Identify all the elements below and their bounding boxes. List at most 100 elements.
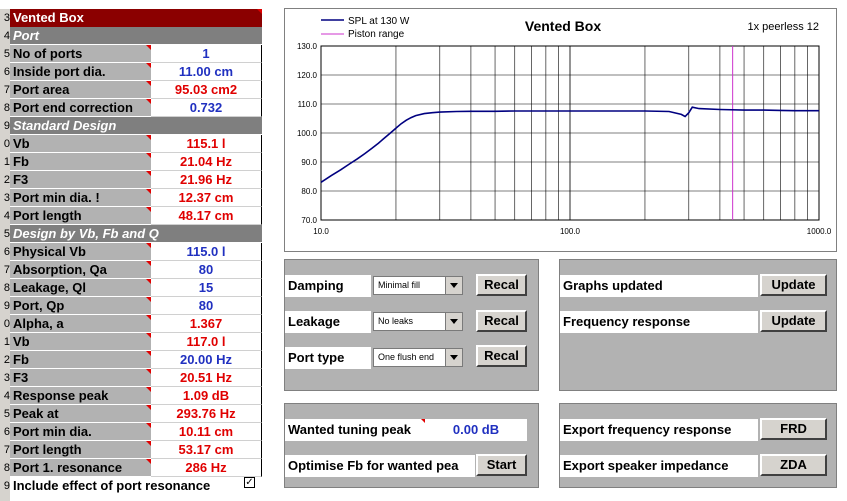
- param-value[interactable]: 20.00 Hz: [151, 351, 262, 369]
- param-label: Port, Qp: [10, 297, 151, 315]
- design-section-header: Design by Vb, Fb and Q: [10, 225, 262, 243]
- port-type-select[interactable]: One flush end: [373, 348, 463, 367]
- port-type-recal-button[interactable]: Recal: [476, 345, 527, 367]
- param-value: 1.09 dB: [151, 387, 262, 405]
- wanted-tuning-label: Wanted tuning peak: [285, 419, 425, 441]
- param-value: 117.0 l: [151, 333, 262, 351]
- param-value: 115.1 l: [151, 135, 262, 153]
- x-tick-label: 1000.0: [807, 227, 832, 236]
- param-value[interactable]: 1: [151, 45, 262, 63]
- param-label: Port length: [10, 441, 151, 459]
- x-tick-label: 100.0: [560, 227, 581, 236]
- param-value: 48.17 cm: [151, 207, 262, 225]
- param-label: Vb: [10, 333, 151, 351]
- chart-area: 70.0 80.0 90.0 100.0 110.0 120.0 130.0 10.0 100.…: [284, 8, 837, 252]
- param-value[interactable]: 11.00 cm: [151, 63, 262, 81]
- chevron-down-icon[interactable]: [445, 277, 462, 294]
- optimise-label: Optimise Fb for wanted pea: [285, 455, 475, 477]
- param-label: Peak at: [10, 405, 151, 423]
- leakage-recal-button[interactable]: Recal: [476, 310, 527, 332]
- param-value: 12.37 cm: [151, 189, 262, 207]
- comment-marker: [257, 9, 262, 14]
- row-number: 7: [3, 84, 10, 96]
- row-number: 6: [3, 426, 10, 438]
- export-zda-button[interactable]: ZDA: [760, 454, 827, 476]
- damping-select-value: Minimal fill: [378, 280, 421, 290]
- y-tick-label: 120.0: [297, 71, 318, 80]
- param-label: Inside port dia.: [10, 63, 151, 81]
- param-label: Physical Vb: [10, 243, 151, 261]
- y-tick-label: 110.0: [298, 100, 318, 109]
- row-number: 9: [3, 300, 10, 312]
- port-type-select-value: One flush end: [378, 352, 435, 362]
- graphs-updated-label: Graphs updated: [560, 275, 758, 297]
- param-value: 21.96 Hz: [151, 171, 262, 189]
- chevron-down-icon[interactable]: [445, 313, 462, 330]
- row-number: 0: [3, 138, 10, 150]
- chart-subtitle: 1x peerless 12: [747, 21, 819, 33]
- param-label: F3: [10, 171, 151, 189]
- optimise-start-button[interactable]: Start: [476, 454, 527, 476]
- row-number: 3: [3, 192, 10, 204]
- param-value[interactable]: 15: [151, 279, 262, 297]
- row-number: 1: [3, 336, 10, 348]
- port-section-header: Port: [10, 27, 262, 45]
- param-label: Absorption, Qa: [10, 261, 151, 279]
- param-value[interactable]: 80: [151, 261, 262, 279]
- param-value: 21.04 Hz: [151, 153, 262, 171]
- row-number: 3: [3, 12, 10, 24]
- param-label: Port 1. resonance: [10, 459, 151, 477]
- row-number: 6: [3, 66, 10, 78]
- param-value: 286 Hz: [151, 459, 262, 477]
- row-number: 9: [3, 480, 10, 492]
- graphs-update-button[interactable]: Update: [760, 274, 827, 296]
- param-value: 20.51 Hz: [151, 369, 262, 387]
- param-label: Leakage, Ql: [10, 279, 151, 297]
- leakage-label: Leakage: [285, 311, 371, 333]
- param-label: Vb: [10, 135, 151, 153]
- y-tick-label: 130.0: [297, 42, 318, 51]
- param-value: 95.03 cm2: [151, 81, 262, 99]
- export-frd-button[interactable]: FRD: [760, 418, 827, 440]
- export-zda-label: Export speaker impedance: [560, 455, 758, 477]
- row-number: 4: [3, 30, 10, 42]
- chevron-down-icon[interactable]: [445, 349, 462, 366]
- sheet-title: Vented Box: [10, 9, 262, 27]
- row-number: 0: [3, 318, 10, 330]
- x-tick-label: 10.0: [313, 227, 329, 236]
- include-resonance-label: Include effect of port resonance: [10, 477, 262, 495]
- row-number: 5: [3, 408, 10, 420]
- damping-select[interactable]: Minimal fill: [373, 276, 463, 295]
- row-number: 7: [3, 264, 10, 276]
- row-number: 1: [3, 156, 10, 168]
- leakage-select-value: No leaks: [378, 316, 414, 326]
- param-label: Port min dia.: [10, 423, 151, 441]
- param-value[interactable]: 0.732: [151, 99, 262, 117]
- row-number: 8: [3, 462, 10, 474]
- wanted-tuning-value[interactable]: 0.00 dB: [425, 419, 527, 441]
- param-value[interactable]: 80: [151, 297, 262, 315]
- param-label: Port min dia. !: [10, 189, 151, 207]
- row-number: 2: [3, 354, 10, 366]
- param-value: 293.76 Hz: [151, 405, 262, 423]
- include-resonance-checkbox[interactable]: ✓: [244, 477, 255, 488]
- row-number: 2: [3, 174, 10, 186]
- frequency-update-button[interactable]: Update: [760, 310, 827, 332]
- row-number: 9: [3, 120, 10, 132]
- y-tick-label: 100.0: [297, 129, 318, 138]
- legend-piston-label: Piston range: [348, 29, 405, 40]
- param-value: 53.17 cm: [151, 441, 262, 459]
- damping-recal-button[interactable]: Recal: [476, 274, 527, 296]
- leakage-select[interactable]: No leaks: [373, 312, 463, 331]
- row-number: 4: [3, 390, 10, 402]
- param-label: Port length: [10, 207, 151, 225]
- y-tick-label: 70.0: [301, 216, 317, 225]
- param-value[interactable]: 115.0 l: [151, 243, 262, 261]
- param-label: Port area: [10, 81, 151, 99]
- frequency-response-label: Frequency response: [560, 311, 758, 333]
- y-tick-label: 80.0: [301, 187, 317, 196]
- row-number: 3: [3, 372, 10, 384]
- param-label: Port end correction: [10, 99, 151, 117]
- damping-label: Damping: [285, 275, 371, 297]
- frequency-response-chart: 70.0 80.0 90.0 100.0 110.0 120.0 130.0 10.0 100.…: [297, 16, 832, 236]
